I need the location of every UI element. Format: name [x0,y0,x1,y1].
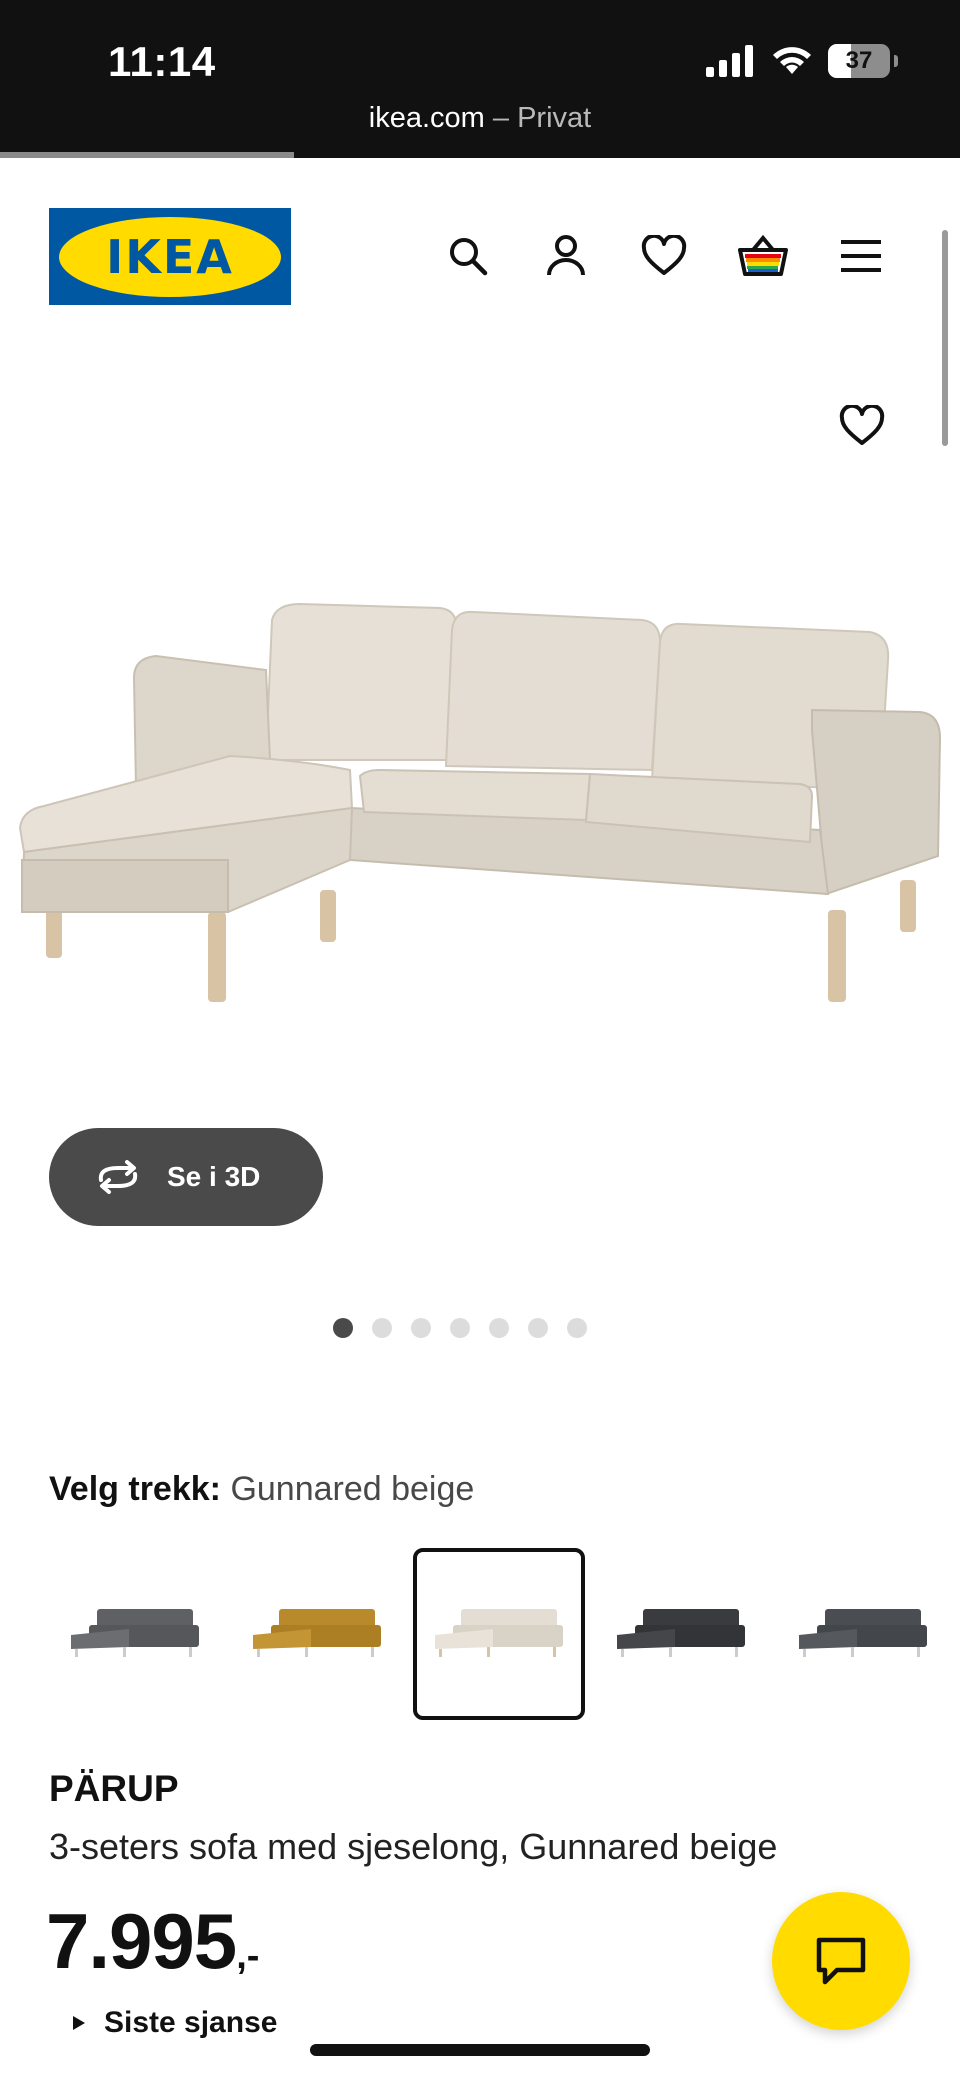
product-image[interactable] [0,560,960,1020]
variant-option[interactable] [595,1548,767,1720]
cart-icon[interactable] [733,226,793,286]
sofa-thumbnail [799,1609,927,1657]
product-description: 3-seters sofa med sjeselong, Gunnared be… [49,1826,778,1867]
gallery-dot[interactable] [372,1318,392,1338]
product-name: PÄRUP [49,1768,179,1809]
scrollbar[interactable] [942,230,948,446]
last-chance-label: Siste sjanse [104,2006,278,2039]
gallery-dot[interactable] [528,1318,548,1338]
menu-icon[interactable] [831,226,891,286]
gallery-dot[interactable] [411,1318,431,1338]
chat-button[interactable] [772,1892,910,2030]
system-icons: 37 [706,44,898,78]
sofa-thumbnail [617,1609,745,1657]
view-in-3d-label: Se i 3D [167,1161,261,1192]
sofa-thumbnail [71,1609,199,1657]
variant-options [49,1548,949,1720]
battery-level: 37 [845,47,873,74]
status-time: 11:14 [108,38,216,85]
last-chance-toggle[interactable]: Siste sjanse [72,2006,277,2040]
rotate-3d-icon [98,1160,138,1194]
status-bar: 11:14 37 ikea.com – Privat [0,0,960,158]
add-to-favourites-button[interactable] [832,396,892,456]
home-indicator[interactable] [310,2044,650,2056]
gallery-dot[interactable] [489,1318,509,1338]
gallery-pagination [0,1318,940,1338]
view-in-3d-button[interactable]: Se i 3D [49,1128,323,1226]
address-bar[interactable]: ikea.com – Privat [0,102,960,135]
user-icon[interactable] [536,226,596,286]
url-domain: ikea.com [368,102,485,134]
search-icon[interactable] [438,226,498,286]
url-mode: – Privat [484,102,592,134]
signal-icon [706,45,753,77]
battery-tip [894,55,898,67]
heart-icon[interactable] [634,226,694,286]
variant-option-selected[interactable] [413,1548,585,1720]
gallery-dot[interactable] [567,1318,587,1338]
gallery-dot[interactable] [450,1318,470,1338]
sofa-thumbnail [253,1609,381,1657]
gallery-dot[interactable] [333,1318,353,1338]
variant-option[interactable] [777,1548,949,1720]
price-suffix: ,- [236,1935,260,1977]
battery-icon: 37 [828,44,890,78]
chat-bubble-icon [816,1937,866,1985]
sofa-thumbnail [435,1609,563,1657]
wifi-icon [773,47,811,74]
variant-option[interactable] [49,1548,221,1720]
header-actions [0,226,960,286]
variant-selected-name: Gunnared beige [230,1470,475,1508]
heart-icon [839,405,885,445]
variant-heading: Velg trekk: Gunnared beige [49,1470,474,1509]
triangle-right-icon [73,2016,85,2030]
variant-label: Velg trekk: [49,1470,221,1508]
variant-option[interactable] [231,1548,403,1720]
price-value: 7.995 [46,1897,237,1985]
page-load-progress [0,152,294,158]
product-price: 7.995,- [46,1896,259,1987]
